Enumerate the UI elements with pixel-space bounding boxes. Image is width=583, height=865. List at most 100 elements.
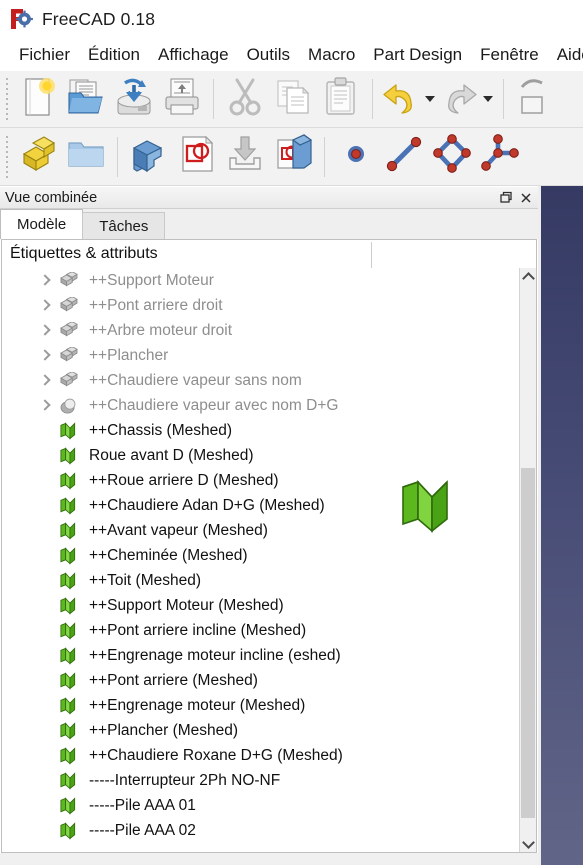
- tree-item-label: ++Roue arriere D (Meshed): [89, 471, 279, 489]
- import-arrow-icon: [223, 132, 267, 181]
- open-document-button[interactable]: [62, 74, 110, 124]
- polyline-button[interactable]: [428, 132, 476, 182]
- tree-item[interactable]: ++Chaudiere vapeur avec nom D+G: [2, 393, 519, 418]
- menu-edition[interactable]: Édition: [79, 43, 149, 68]
- close-icon[interactable]: [518, 189, 534, 207]
- part-sphere-icon: [58, 396, 80, 416]
- tree-item[interactable]: -----Interrupteur 2Ph NO-NF: [2, 768, 519, 793]
- tree-vertical-scrollbar[interactable]: [519, 268, 536, 852]
- combined-view-panel-title: Vue combinée: [0, 186, 538, 209]
- part-button[interactable]: [125, 132, 173, 182]
- create-group-button[interactable]: [62, 132, 110, 182]
- tree-item[interactable]: ++Arbre moteur droit: [2, 318, 519, 343]
- tree-item[interactable]: ++Chaudiere Adan D+G (Meshed): [2, 493, 519, 518]
- chevron-up-icon[interactable]: [520, 268, 536, 285]
- chevron-right-icon[interactable]: [38, 349, 52, 363]
- create-body-button[interactable]: [14, 132, 62, 182]
- tree-item[interactable]: ++Chaudiere vapeur sans nom: [2, 368, 519, 393]
- tree-item-label: Roue avant D (Meshed): [89, 446, 254, 464]
- tree-item[interactable]: Roue avant D (Meshed): [2, 443, 519, 468]
- tree-item[interactable]: ++Chassis (Meshed): [2, 418, 519, 443]
- menu-fichier[interactable]: Fichier: [10, 43, 79, 68]
- menu-outils[interactable]: Outils: [238, 43, 299, 68]
- chevron-down-icon[interactable]: [520, 835, 536, 852]
- point-button[interactable]: [332, 132, 380, 182]
- line-button[interactable]: [380, 132, 428, 182]
- toolbar-separator: [503, 79, 504, 119]
- create-sketch-button[interactable]: [173, 132, 221, 182]
- tree-item-label: ++Engrenage moteur incline (eshed): [89, 646, 341, 664]
- undo-button[interactable]: [380, 74, 422, 124]
- chevron-right-icon[interactable]: [38, 274, 52, 288]
- tree-item[interactable]: ++Engrenage moteur incline (eshed): [2, 643, 519, 668]
- cut-button[interactable]: [221, 74, 269, 124]
- menu-part-design[interactable]: Part Design: [364, 43, 471, 68]
- three-point-button[interactable]: [476, 132, 524, 182]
- copy-button[interactable]: [269, 74, 317, 124]
- part-cube-icon: [58, 271, 80, 291]
- mesh-icon: [58, 471, 80, 491]
- tree-item[interactable]: ++Plancher (Meshed): [2, 718, 519, 743]
- redo-dropdown-arrow[interactable]: [480, 74, 496, 124]
- menu-aide[interactable]: Aide: [548, 43, 583, 68]
- chevron-right-icon[interactable]: [38, 374, 52, 388]
- redo-arrow-icon: [438, 76, 480, 123]
- toolbar-grip[interactable]: [3, 135, 12, 178]
- tree-item[interactable]: ++Plancher: [2, 343, 519, 368]
- cut-scissors-icon: [223, 75, 267, 124]
- tree-item[interactable]: ++Support Moteur (Meshed): [2, 593, 519, 618]
- tree-item-label: ++Plancher (Meshed): [89, 721, 239, 739]
- tree-column-header-label: Étiquettes & attributs: [10, 245, 158, 262]
- import-button[interactable]: [221, 132, 269, 182]
- paste-clipboard-icon: [319, 75, 363, 124]
- save-disk-icon: [112, 75, 156, 124]
- chevron-right-icon[interactable]: [38, 399, 52, 413]
- mesh-icon: [58, 446, 80, 466]
- tree-item[interactable]: ++Chaudiere Roxane D+G (Meshed): [2, 743, 519, 768]
- tree-item[interactable]: ++Roue arriere D (Meshed): [2, 468, 519, 493]
- tree-column-header[interactable]: Étiquettes & attributs: [2, 240, 536, 268]
- tree-item[interactable]: ++Engrenage moteur (Meshed): [2, 693, 519, 718]
- menu-affichage[interactable]: Affichage: [149, 43, 238, 68]
- mesh-icon: [58, 671, 80, 691]
- new-document-button[interactable]: [14, 74, 62, 124]
- redo-button[interactable]: [438, 74, 480, 124]
- tree-item[interactable]: ++Toit (Meshed): [2, 568, 519, 593]
- tree-item[interactable]: ++Pont arriere (Meshed): [2, 668, 519, 693]
- tree-item[interactable]: ++Support Moteur: [2, 268, 519, 293]
- tree-item[interactable]: ++Pont arriere incline (Meshed): [2, 618, 519, 643]
- refresh-icon: [520, 75, 550, 124]
- tab-taches[interactable]: Tâches: [82, 212, 166, 239]
- blue-folder-icon: [64, 132, 108, 181]
- refresh-button[interactable]: [511, 74, 559, 124]
- menu-fenetre[interactable]: Fenêtre: [471, 43, 548, 68]
- tree-item[interactable]: -----Pile AAA 01: [2, 793, 519, 818]
- toolbar-grip[interactable]: [3, 78, 12, 120]
- scrollbar-thumb[interactable]: [521, 468, 535, 818]
- restore-icon[interactable]: [498, 189, 514, 207]
- attach-sketch-button[interactable]: [269, 132, 317, 182]
- part-cube-icon: [58, 321, 80, 341]
- tree-item[interactable]: ++Cheminée (Meshed): [2, 543, 519, 568]
- tree-item-label: -----Interrupteur 2Ph NO-NF: [89, 771, 281, 789]
- tab-modele[interactable]: Modèle: [0, 209, 84, 239]
- tree-item-label: ++Toit (Meshed): [89, 571, 201, 589]
- chevron-right-icon[interactable]: [38, 299, 52, 313]
- print-button[interactable]: [158, 74, 206, 124]
- tree-column-divider[interactable]: [371, 242, 372, 268]
- part-cube-icon: [58, 371, 80, 391]
- viewport-3d[interactable]: [541, 186, 583, 865]
- save-document-button[interactable]: [110, 74, 158, 124]
- chevron-right-icon[interactable]: [38, 324, 52, 338]
- tree-item[interactable]: ++Avant vapeur (Meshed): [2, 518, 519, 543]
- tree-item-label: ++Engrenage moteur (Meshed): [89, 696, 306, 714]
- tree-item[interactable]: -----Pile AAA 02: [2, 818, 519, 843]
- undo-dropdown-arrow[interactable]: [422, 74, 438, 124]
- menu-macro[interactable]: Macro: [299, 43, 364, 68]
- paste-button[interactable]: [317, 74, 365, 124]
- mesh-icon: [58, 646, 80, 666]
- tree-item[interactable]: ++Pont arriere droit: [2, 293, 519, 318]
- attach-sketch-icon: [271, 132, 315, 181]
- open-folder-icon: [64, 75, 108, 124]
- part-cube-icon: [58, 346, 80, 366]
